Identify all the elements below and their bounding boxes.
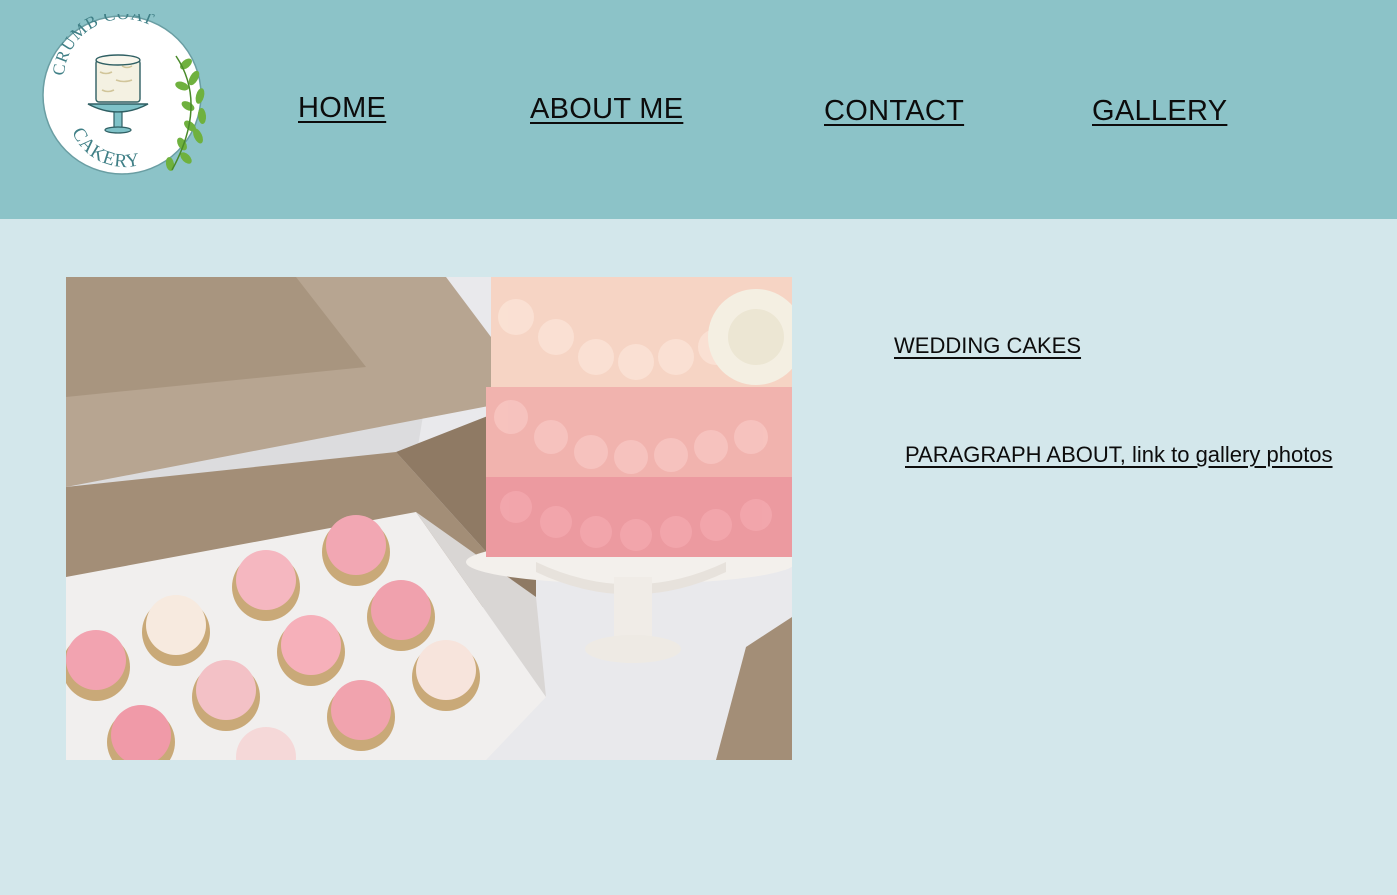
wedding-cakes-heading-link[interactable]: WEDDING CAKES xyxy=(894,333,1081,359)
crumb-coat-cakery-logo[interactable]: CRUMB COAT CAKERY xyxy=(36,4,214,178)
nav-about-link[interactable]: ABOUT ME xyxy=(530,93,683,126)
nav-gallery-link[interactable]: GALLERY xyxy=(1092,95,1227,128)
nav-home-link[interactable]: HOME xyxy=(298,92,386,125)
logo-graphic: CRUMB COAT CAKERY xyxy=(42,4,207,175)
nav-contact-link[interactable]: CONTACT xyxy=(824,95,964,128)
wedding-cake-cupcakes-photo xyxy=(66,277,792,760)
gallery-paragraph-link[interactable]: PARAGRAPH ABOUT, link to gallery photos xyxy=(905,442,1333,468)
site-header: CRUMB COAT CAKERY xyxy=(0,0,1397,219)
